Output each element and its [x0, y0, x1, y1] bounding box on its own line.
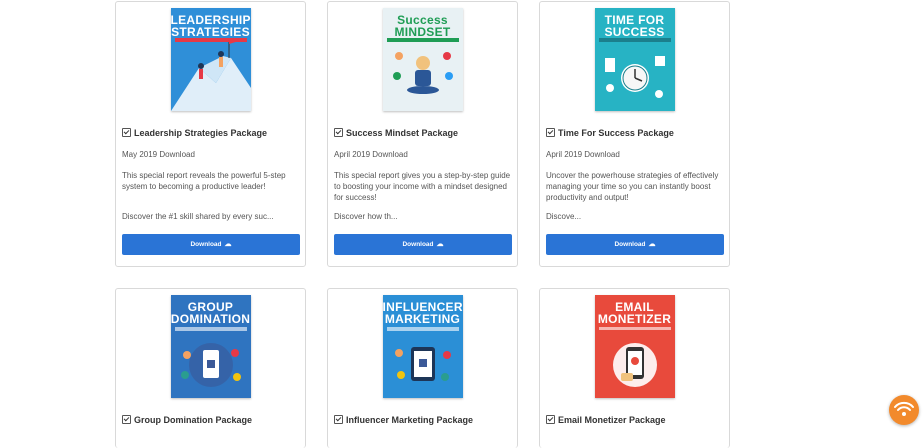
- product-card-success-mindset: Success MINDSET Success Mindset Package …: [327, 1, 518, 267]
- checkbox-icon: [122, 128, 131, 137]
- cover-title: TIME FOR SUCCESS: [604, 13, 665, 39]
- checkbox-icon: [546, 128, 555, 137]
- book-cover-leadership[interactable]: LEADERSHIP STRATEGIES: [170, 8, 251, 111]
- cloud-download-icon: ☁: [224, 241, 232, 248]
- cover-title: LEADERSHIP STRATEGIES: [170, 13, 251, 39]
- product-card-time-for-success: TIME FOR SUCCESS Time For Success Packag…: [539, 1, 730, 267]
- teaser-text: Discove...: [546, 212, 582, 221]
- teaser-text: Discover the #1 skill shared by every su…: [122, 212, 274, 221]
- package-description: Uncover the powerhouse strategies of eff…: [546, 171, 719, 202]
- book-cover-time-for-success[interactable]: TIME FOR SUCCESS: [594, 8, 675, 111]
- download-label: Download: [190, 241, 222, 248]
- package-title[interactable]: Email Monetizer Package: [546, 415, 666, 425]
- rss-feed-button[interactable]: [889, 395, 919, 425]
- product-card-group-domination: GROUP DOMINATION Group Domination Packag…: [115, 288, 306, 448]
- release-date: April 2019 Download: [546, 150, 620, 159]
- package-title-text: Time For Success Package: [558, 128, 674, 138]
- release-date: April 2019 Download: [334, 150, 408, 159]
- download-label: Download: [614, 241, 646, 248]
- book-cover-email-monetizer[interactable]: EMAIL MONETIZER: [594, 295, 675, 398]
- product-card-email-monetizer: EMAIL MONETIZER Email Monetizer Package: [539, 288, 730, 448]
- cloud-download-icon: ☁: [648, 241, 656, 248]
- release-date: May 2019 Download: [122, 150, 195, 159]
- product-card-leadership: LEADERSHIP STRATEGIES Leadership Strateg…: [115, 1, 306, 267]
- package-title[interactable]: Success Mindset Package: [334, 128, 458, 138]
- book-cover-group-domination[interactable]: GROUP DOMINATION: [170, 295, 251, 398]
- cover-title: EMAIL MONETIZER: [597, 300, 672, 326]
- package-description: This special report gives you a step-by-…: [334, 171, 511, 202]
- cover-title: INFLUENCER MARKETING: [382, 300, 463, 326]
- checkbox-icon: [334, 415, 343, 424]
- package-title-text: Success Mindset Package: [346, 128, 459, 138]
- package-title[interactable]: Group Domination Package: [122, 415, 252, 425]
- package-title[interactable]: Time For Success Package: [546, 128, 674, 138]
- package-title-text: Email Monetizer Package: [558, 415, 666, 425]
- package-title[interactable]: Leadership Strategies Package: [122, 128, 267, 138]
- checkbox-icon: [122, 415, 131, 424]
- package-title-text: Influencer Marketing Package: [346, 415, 474, 425]
- checkbox-icon: [334, 128, 343, 137]
- package-title-text: Leadership Strategies Package: [134, 128, 268, 138]
- product-card-influencer-marketing: INFLUENCER MARKETING Influencer Marketin…: [327, 288, 518, 448]
- cover-title: GROUP DOMINATION: [170, 300, 251, 326]
- package-description: This special report reveals the powerful…: [122, 171, 286, 191]
- teaser-text: Discover how th...: [334, 212, 398, 221]
- rss-feed-icon: [894, 401, 914, 416]
- cover-title: Success MINDSET: [394, 13, 451, 39]
- package-title-text: Group Domination Package: [134, 415, 253, 425]
- download-button[interactable]: Download ☁: [334, 234, 512, 255]
- download-button[interactable]: Download ☁: [122, 234, 300, 255]
- cloud-download-icon: ☁: [436, 241, 444, 248]
- download-label: Download: [402, 241, 434, 248]
- book-cover-success-mindset[interactable]: Success MINDSET: [382, 8, 463, 111]
- book-cover-influencer-marketing[interactable]: INFLUENCER MARKETING: [382, 295, 463, 398]
- package-title[interactable]: Influencer Marketing Package: [334, 415, 473, 425]
- download-button[interactable]: Download ☁: [546, 234, 724, 255]
- checkbox-icon: [546, 415, 555, 424]
